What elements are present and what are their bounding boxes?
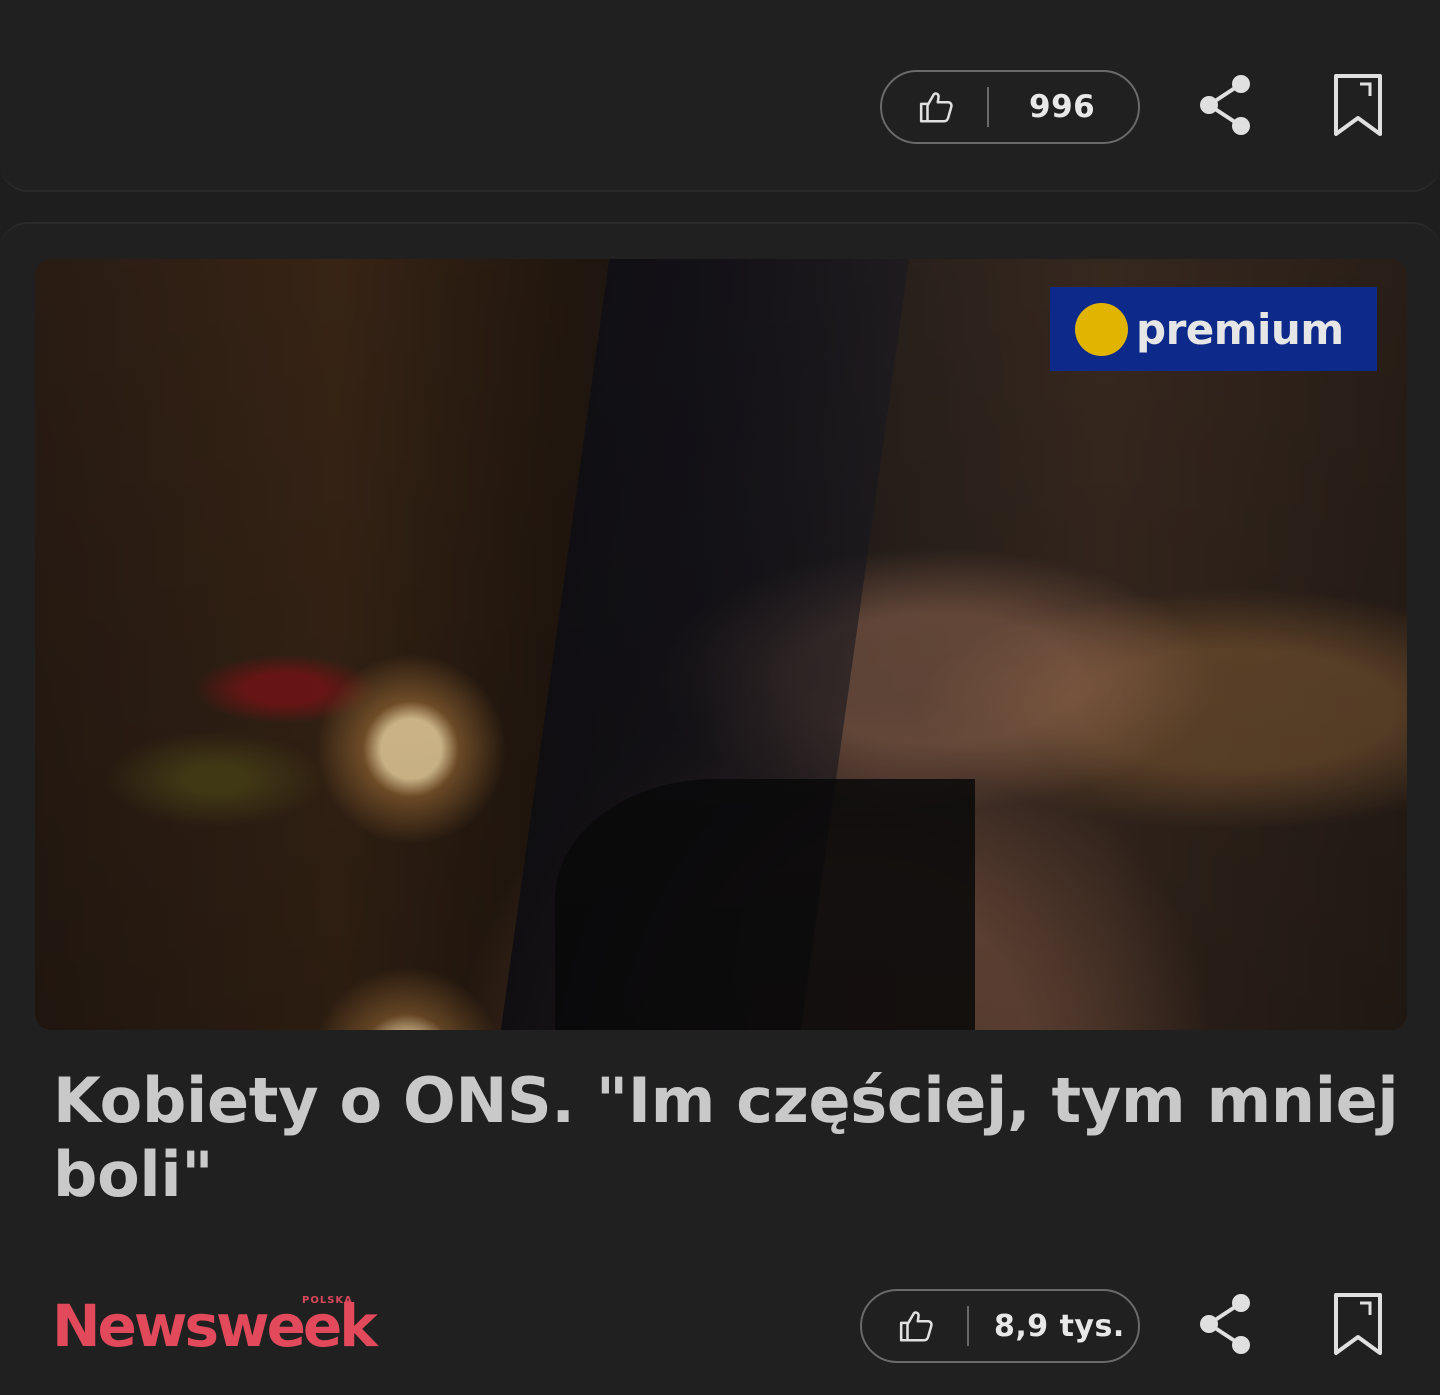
thumbs-up-icon — [892, 1301, 942, 1351]
previous-article-card: 996 — [0, 0, 1440, 192]
previous-article-actions: 996 — [880, 70, 1140, 144]
article-like-button[interactable]: 8,9 tys. — [860, 1289, 1140, 1363]
article-like-count: 8,9 tys. — [994, 1308, 1125, 1344]
article-title[interactable]: Kobiety o ONS. "Im częściej, tym mniej b… — [53, 1064, 1413, 1213]
article-bookmark-button[interactable] — [1323, 1284, 1393, 1364]
share-icon — [1200, 1294, 1250, 1354]
premium-badge: premium — [1050, 287, 1377, 371]
premium-dot-icon — [1075, 302, 1128, 356]
bookmark-icon — [1334, 74, 1382, 136]
article-actions: 8,9 tys. — [860, 1289, 1140, 1363]
source-logo-name: Newsweek — [52, 1292, 378, 1360]
share-icon — [1200, 75, 1250, 135]
source-logo[interactable]: POLSKA Newsweek — [52, 1290, 412, 1360]
thumbs-up-icon — [912, 82, 962, 132]
pill-divider — [987, 87, 989, 127]
image-shade — [35, 259, 1407, 1030]
pill-divider — [967, 1306, 969, 1346]
bookmark-button[interactable] — [1323, 65, 1393, 145]
share-button[interactable] — [1190, 65, 1260, 145]
like-button[interactable]: 996 — [880, 70, 1140, 144]
article-share-button[interactable] — [1190, 1284, 1260, 1364]
like-count: 996 — [1029, 89, 1096, 125]
premium-badge-label: premium — [1136, 304, 1344, 354]
article-image[interactable]: premium — [35, 259, 1407, 1030]
bookmark-icon — [1334, 1293, 1382, 1355]
